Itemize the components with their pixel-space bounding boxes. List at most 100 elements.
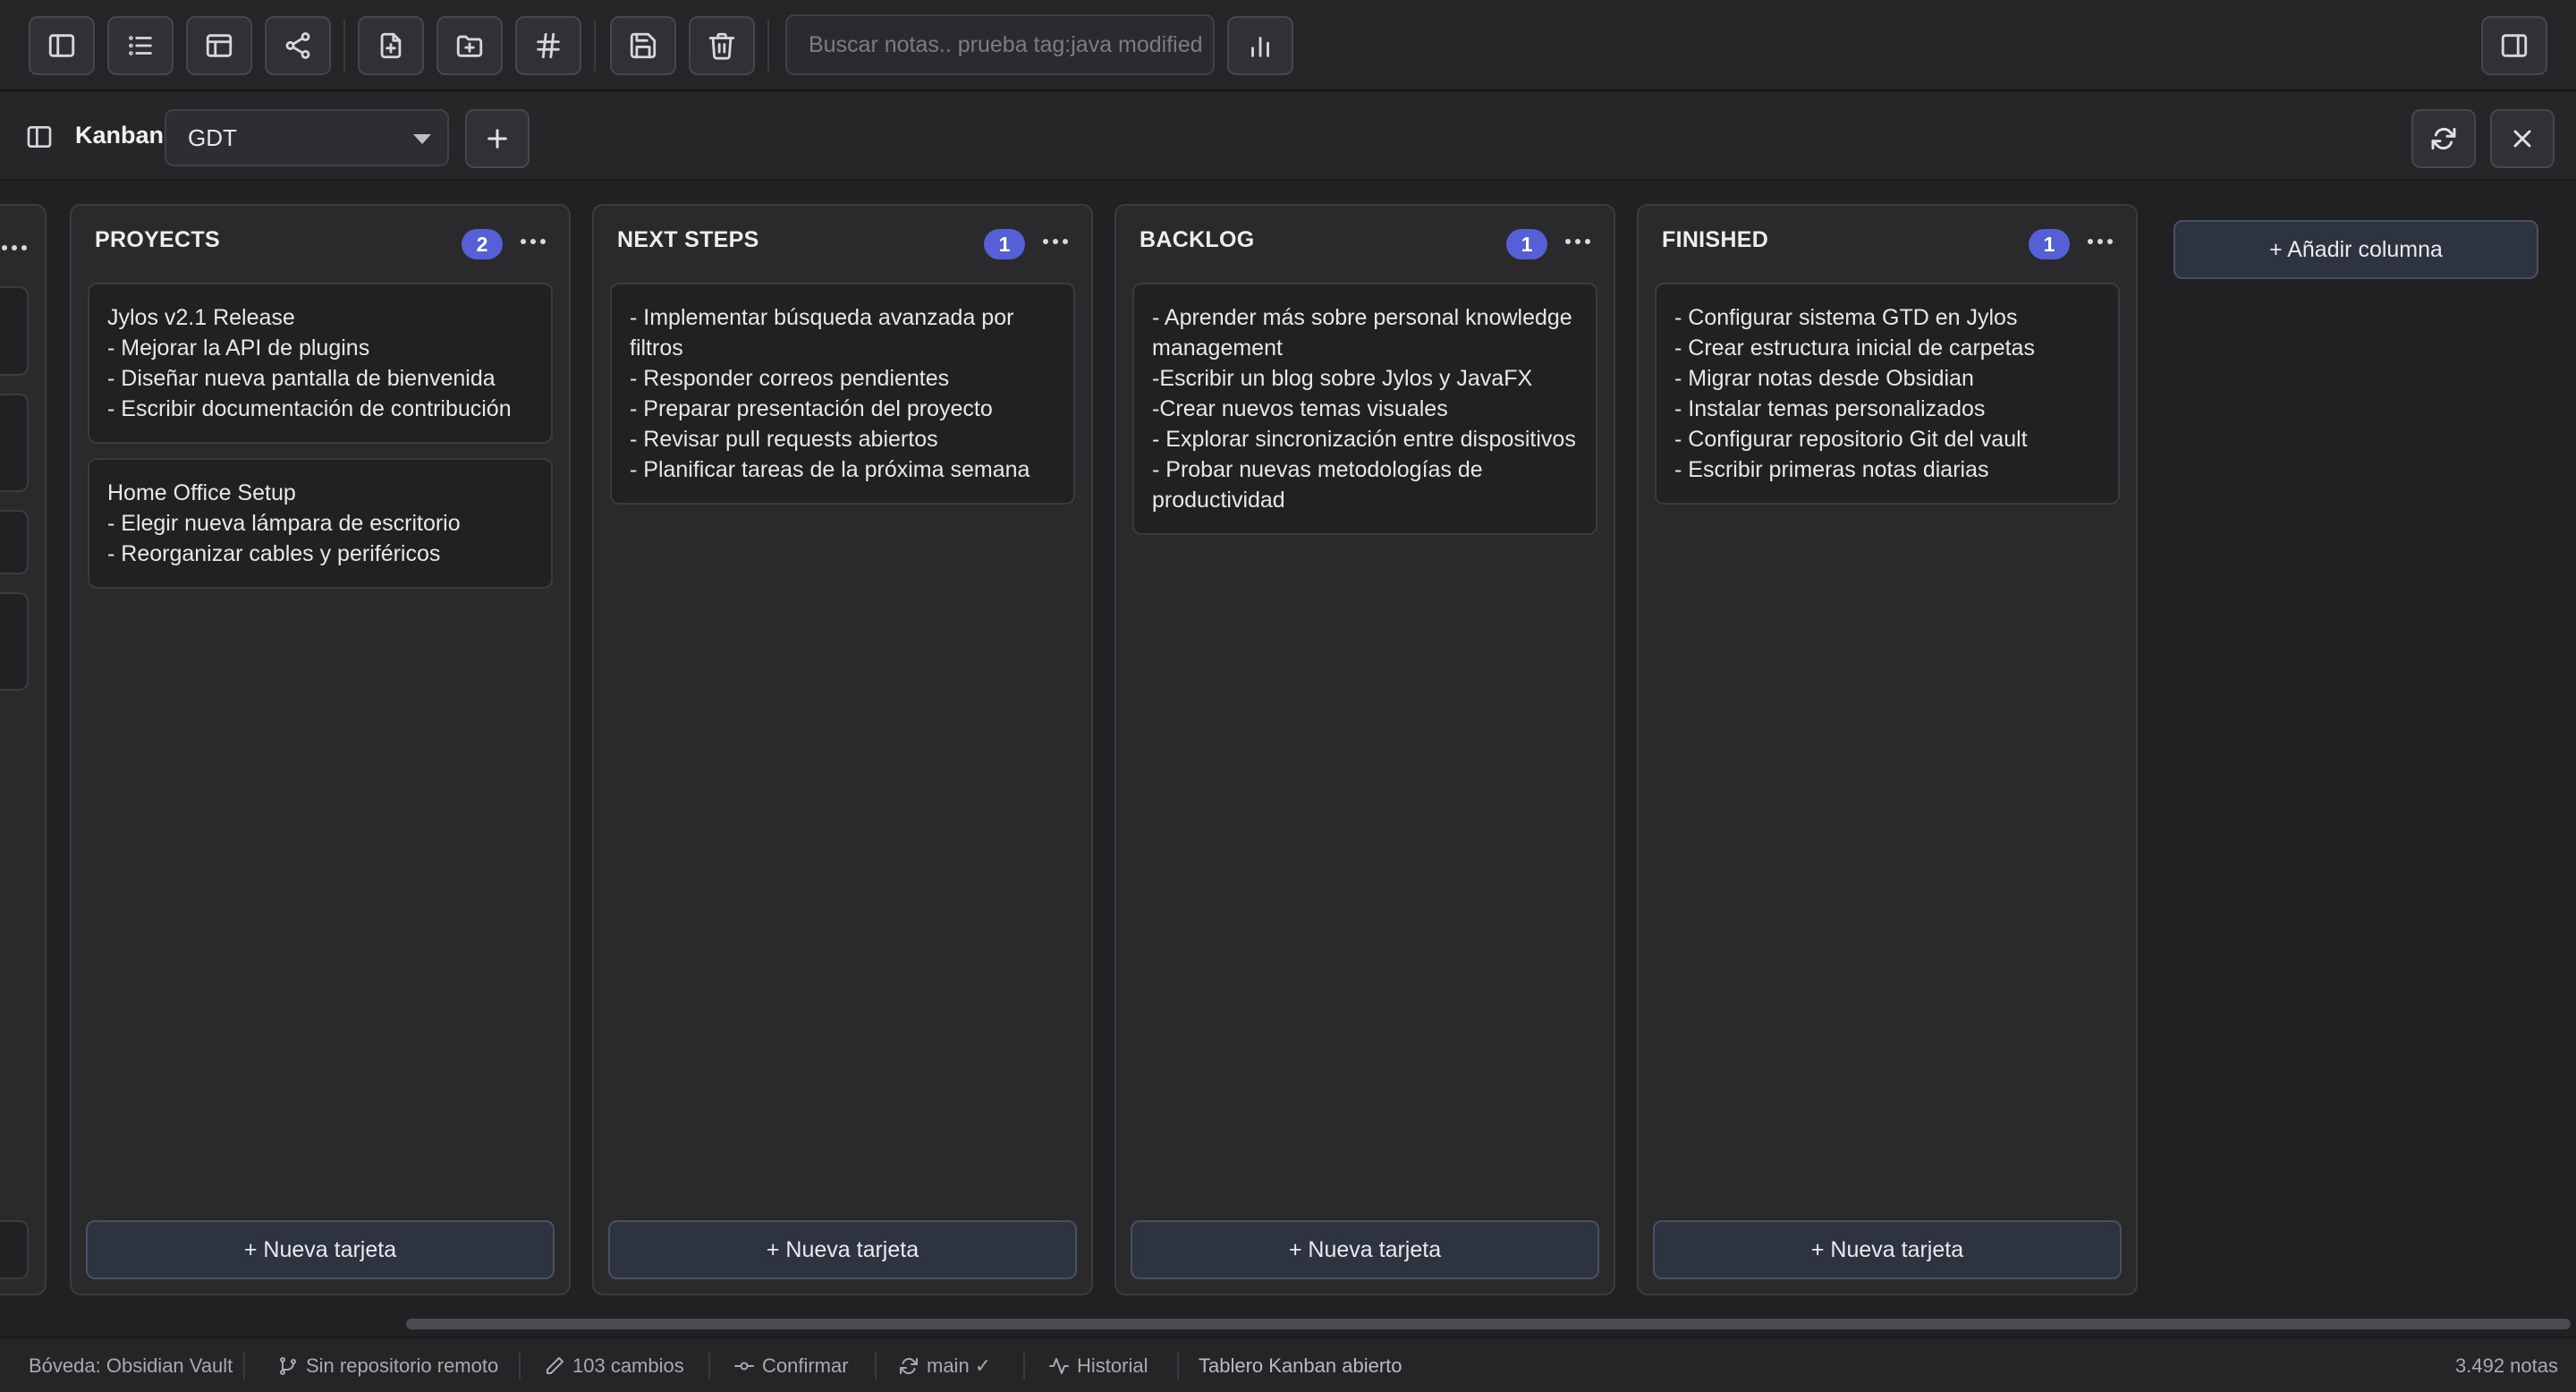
column-finished: FINISHED 1 - Configurar sistema GTD en J…	[1637, 204, 2138, 1295]
more-icon[interactable]	[1560, 225, 1596, 258]
git-commit-icon	[734, 1362, 754, 1371]
column-next-steps: NEXT STEPS 1 - Implementar búsqueda avan…	[592, 204, 1093, 1295]
toggle-sidebar-button[interactable]	[29, 16, 95, 75]
new-note-button[interactable]	[358, 16, 424, 75]
trash-icon	[708, 32, 735, 60]
bar-chart-icon	[1251, 37, 1269, 57]
kanban-board: PROYECTS 2 Jylos v2.1 Release - Mejorar …	[0, 182, 2576, 1337]
kanban-panel-toggle[interactable]	[25, 123, 54, 151]
notes-count-text: 3.492 notas	[2455, 1354, 2558, 1377]
close-kanban-button[interactable]	[2490, 109, 2555, 168]
status-divider	[243, 1353, 245, 1379]
main-toolbar: Buscar notas.. prueba tag:java modified	[0, 0, 2576, 91]
status-divider	[875, 1353, 877, 1379]
column-title: PROYECTS	[95, 227, 220, 252]
board-select[interactable]: GDT	[165, 109, 449, 166]
kanban-card[interactable]: - Aprender más sobre personal knowledge …	[1132, 283, 1597, 535]
partial-card[interactable]	[0, 510, 29, 574]
card-count-badge: 1	[984, 229, 1025, 259]
new-card-button[interactable]: + Nueva tarjeta	[1131, 1220, 1599, 1279]
toolbar-divider	[594, 20, 596, 72]
columns-icon	[27, 126, 52, 148]
status-divider	[519, 1353, 521, 1379]
history-button[interactable]: Historial	[1048, 1354, 1148, 1378]
changes-label: 103 cambios	[572, 1354, 684, 1377]
plus-icon	[487, 129, 507, 149]
vault-label: Bóveda: Obsidian Vault	[29, 1354, 233, 1377]
search-input[interactable]: Buscar notas.. prueba tag:java modified	[785, 14, 1215, 75]
kanban-title: Kanban	[75, 122, 165, 149]
add-board-button[interactable]	[465, 109, 530, 168]
notes-count: 3.492 notas	[2455, 1354, 2558, 1378]
layout-icon	[206, 34, 233, 57]
share-graph-icon	[285, 32, 310, 59]
add-column-button[interactable]: + Añadir columna	[2174, 220, 2538, 279]
history-label: Historial	[1077, 1354, 1148, 1377]
graph-button[interactable]	[265, 16, 331, 75]
column-backlog: BACKLOG 1 - Aprender más sobre personal …	[1114, 204, 1615, 1295]
status-divider	[708, 1353, 710, 1379]
more-icon[interactable]	[515, 225, 551, 258]
delete-button[interactable]	[689, 16, 755, 75]
stats-button[interactable]	[1227, 16, 1293, 75]
save-button[interactable]	[610, 16, 676, 75]
file-plus-icon	[380, 32, 402, 59]
toolbar-divider	[343, 20, 345, 72]
sidebar-left-icon	[48, 34, 75, 57]
branch-label: main ✓	[927, 1354, 992, 1377]
tags-button[interactable]	[515, 16, 581, 75]
git-branch-icon	[280, 1357, 296, 1375]
layout-button[interactable]	[186, 16, 252, 75]
kanban-card[interactable]: Jylos v2.1 Release - Mejorar la API de p…	[88, 283, 553, 444]
save-icon	[630, 32, 657, 59]
more-icon[interactable]	[2, 245, 31, 250]
partial-card[interactable]	[0, 286, 29, 376]
column-title: NEXT STEPS	[617, 227, 759, 252]
folder-plus-icon	[456, 35, 483, 57]
activity-icon	[1049, 1358, 1069, 1374]
card-count-badge: 1	[2029, 229, 2070, 259]
more-icon[interactable]	[1038, 225, 1073, 258]
close-icon	[2513, 130, 2531, 148]
partial-column	[0, 204, 47, 1295]
sync-icon	[900, 1358, 918, 1374]
sidebar-right-icon	[2501, 34, 2528, 57]
list-icon	[129, 36, 152, 55]
partial-card[interactable]	[0, 394, 29, 492]
status-message: Tablero Kanban abierto	[1199, 1354, 1402, 1378]
board-select-value: GDT	[188, 124, 237, 151]
refresh-icon	[2431, 127, 2456, 150]
vault-status[interactable]: Bóveda: Obsidian Vault	[29, 1354, 233, 1378]
pencil-icon	[547, 1357, 564, 1374]
horizontal-scrollbar[interactable]	[406, 1319, 2571, 1329]
column-title: FINISHED	[1662, 227, 1769, 252]
commit-label: Confirmar	[762, 1354, 849, 1377]
remote-status[interactable]: Sin repositorio remoto	[277, 1354, 498, 1378]
kanban-card[interactable]: Home Office Setup - Elegir nueva lámpara…	[88, 458, 553, 589]
new-card-button[interactable]: + Nueva tarjeta	[608, 1220, 1077, 1279]
column-title: BACKLOG	[1140, 227, 1255, 252]
more-icon[interactable]	[2082, 225, 2118, 258]
hash-icon	[537, 32, 560, 59]
new-card-button[interactable]: + Nueva tarjeta	[86, 1220, 555, 1279]
status-message-text: Tablero Kanban abierto	[1199, 1354, 1402, 1377]
list-view-button[interactable]	[107, 16, 174, 75]
branch-status[interactable]: main ✓	[898, 1354, 991, 1378]
chevron-down-icon	[413, 134, 431, 144]
status-bar: Bóveda: Obsidian Vault Sin repositorio r…	[0, 1337, 2576, 1392]
kanban-card[interactable]: - Configurar sistema GTD en Jylos - Crea…	[1655, 283, 2120, 505]
partial-card[interactable]	[0, 592, 29, 691]
status-divider	[1023, 1353, 1025, 1379]
commit-button[interactable]: Confirmar	[733, 1354, 849, 1378]
column-proyects: PROYECTS 2 Jylos v2.1 Release - Mejorar …	[70, 204, 571, 1295]
new-folder-button[interactable]	[436, 16, 503, 75]
changes-status[interactable]: 103 cambios	[544, 1354, 684, 1378]
status-divider	[1177, 1353, 1179, 1379]
refresh-button[interactable]	[2411, 109, 2476, 168]
card-count-badge: 1	[1506, 229, 1547, 259]
toolbar-divider	[767, 20, 769, 72]
new-card-button[interactable]: + Nueva tarjeta	[1653, 1220, 2122, 1279]
toggle-right-panel-button[interactable]	[2481, 16, 2547, 75]
partial-new-card-button[interactable]	[0, 1220, 29, 1279]
kanban-card[interactable]: - Implementar búsqueda avanzada por filt…	[610, 283, 1075, 505]
